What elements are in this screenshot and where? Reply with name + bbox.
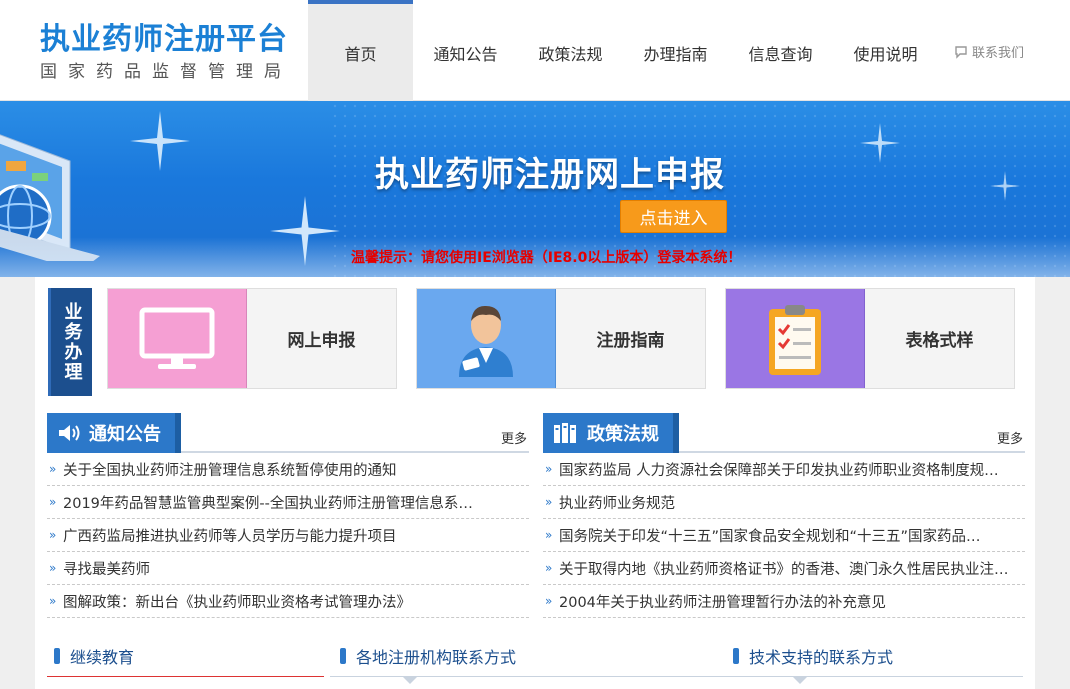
- logo-title: 执业药师注册平台: [40, 22, 288, 57]
- monitor-icon: [139, 307, 215, 369]
- list-item[interactable]: 执业药师业务规范: [543, 486, 1025, 519]
- panel-header: 政策法规 更多: [543, 413, 1025, 453]
- speaker-icon: [59, 425, 80, 441]
- site-header: 执业药师注册平台 国家药品监督管理局 首页 通知公告 政策法规 办理指南 信息查…: [0, 0, 1070, 101]
- logo-subtitle: 国家药品监督管理局: [40, 62, 292, 82]
- card-icon-bg: [108, 289, 247, 388]
- card-registration-guide[interactable]: 注册指南: [416, 288, 706, 389]
- list-item[interactable]: 2004年关于执业药师注册管理暂行办法的补充意见: [543, 585, 1025, 618]
- user-icon: [459, 305, 513, 377]
- contact-us-link[interactable]: 联系我们: [954, 42, 1024, 61]
- list-item[interactable]: 国务院关于印发“十三五”国家食品安全规划和“十三五”国家药品…: [543, 519, 1025, 552]
- enter-button[interactable]: 点击进入: [620, 200, 727, 233]
- nav-home[interactable]: 首页: [308, 0, 413, 101]
- section-title: 继续教育: [70, 648, 135, 667]
- section-title: 各地注册机构联系方式: [356, 648, 517, 667]
- list-item[interactable]: 寻找最美药师: [47, 552, 529, 585]
- contact-us-label: 联系我们: [972, 46, 1025, 61]
- card-online-apply[interactable]: 网上申报: [107, 288, 397, 389]
- panel-header: 通知公告 更多: [47, 413, 529, 453]
- section-underline: [330, 676, 1023, 677]
- registration-contacts-header[interactable]: 各地注册机构联系方式: [340, 644, 516, 668]
- policies-title: 政策法规: [587, 424, 659, 445]
- policies-more-link[interactable]: 更多: [997, 428, 1023, 447]
- policies-panel: 政策法规 更多 国家药监局 人力资源社会保障部关于印发执业药师职业资格制度规… …: [543, 413, 1025, 618]
- list-item[interactable]: 图解政策：新出台《执业药师职业资格考试管理办法》: [47, 585, 529, 618]
- card-label: 网上申报: [287, 331, 356, 351]
- section-marker: [733, 648, 739, 664]
- main-nav: 首页 通知公告 政策法规 办理指南 信息查询 使用说明: [308, 0, 938, 101]
- policies-tab[interactable]: 政策法规: [543, 413, 679, 453]
- card-form-samples[interactable]: 表格式样: [725, 288, 1015, 389]
- card-icon-bg: [417, 289, 556, 388]
- section-title: 技术支持的联系方式: [749, 648, 894, 667]
- tech-support-header[interactable]: 技术支持的联系方式: [733, 644, 893, 668]
- section-marker: [340, 648, 346, 664]
- notices-more-link[interactable]: 更多: [501, 428, 527, 447]
- list-item[interactable]: 关于全国执业药师注册管理信息系统暂停使用的通知: [47, 453, 529, 486]
- continuing-education-header[interactable]: 继续教育: [54, 644, 134, 668]
- books-icon: [554, 423, 576, 443]
- card-icon-bg: [726, 289, 865, 388]
- notices-list: 关于全国执业药师注册管理信息系统暂停使用的通知 2019年药品智慧监管典型案例-…: [47, 453, 529, 618]
- chat-icon: [955, 45, 967, 59]
- notices-title: 通知公告: [89, 424, 161, 445]
- card-label: 表格式样: [905, 331, 974, 351]
- clipboard-icon: [769, 304, 821, 375]
- list-item[interactable]: 关于取得内地《执业药师资格证书》的香港、澳门永久性居民执业注…: [543, 552, 1025, 585]
- card-label: 注册指南: [596, 331, 665, 351]
- notices-panel: 通知公告 更多 关于全国执业药师注册管理信息系统暂停使用的通知 2019年药品智…: [47, 413, 529, 618]
- nav-instructions[interactable]: 使用说明: [833, 0, 938, 101]
- section-underline: [47, 676, 324, 677]
- business-label: 业务办理: [48, 288, 92, 396]
- list-item[interactable]: 广西药监局推进执业药师等人员学历与能力提升项目: [47, 519, 529, 552]
- nav-notices[interactable]: 通知公告: [413, 0, 518, 101]
- section-marker: [54, 648, 60, 664]
- list-item[interactable]: 国家药监局 人力资源社会保障部关于印发执业药师职业资格制度规…: [543, 453, 1025, 486]
- left-gutter: [0, 277, 35, 689]
- nav-query[interactable]: 信息查询: [728, 0, 833, 101]
- policies-list: 国家药监局 人力资源社会保障部关于印发执业药师职业资格制度规… 执业药师业务规范…: [543, 453, 1025, 618]
- nav-guide[interactable]: 办理指南: [623, 0, 728, 101]
- section-pointer: [402, 676, 418, 684]
- nav-policies[interactable]: 政策法规: [518, 0, 623, 101]
- notices-tab[interactable]: 通知公告: [47, 413, 181, 453]
- right-gutter: [1035, 277, 1070, 689]
- site-logo[interactable]: 执业药师注册平台 国家药品监督管理局: [40, 22, 292, 86]
- section-pointer: [792, 676, 808, 684]
- banner-title: 执业药师注册网上申报: [375, 155, 725, 195]
- browser-tip: 温馨提示：请您使用IE浏览器（IE8.0以上版本）登录本系统！: [351, 250, 742, 266]
- hero-banner: 执业药师注册网上申报 点击进入 温馨提示：请您使用IE浏览器（IE8.0以上版本…: [0, 101, 1070, 277]
- list-item[interactable]: 2019年药品智慧监管典型案例--全国执业药师注册管理信息系…: [47, 486, 529, 519]
